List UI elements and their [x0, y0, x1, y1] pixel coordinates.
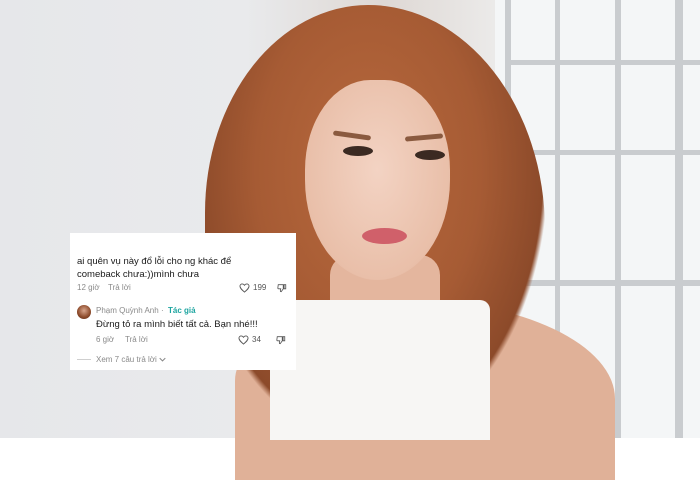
comment-reply-button[interactable]: Trả lời — [108, 283, 131, 292]
thumb-down-outline-icon[interactable] — [276, 335, 286, 345]
view-replies-button[interactable]: Xem 7 câu trả lời — [96, 355, 166, 364]
author-tag: Tác giả — [168, 306, 196, 315]
comment-card: ai quên vụ này đổ lỗi cho ng khác để com… — [70, 233, 296, 370]
reply-time: 6 giờ — [96, 335, 115, 344]
reply-like-count: 34 — [252, 335, 261, 344]
avatar[interactable] — [77, 305, 91, 319]
comment-like-count: 199 — [253, 283, 267, 292]
comment-text-line2: comeback chưa:))mình chưa — [77, 269, 200, 280]
thumb-down-outline-icon[interactable] — [277, 283, 287, 293]
reply-text: Đừng tỏ ra mình biết tất cả. Bạn nhé!!! — [96, 319, 258, 330]
view-replies-label: Xem 7 câu trả lời — [96, 355, 157, 364]
heart-outline-icon[interactable] — [239, 283, 250, 293]
reply-author[interactable]: Phạm Quỳnh Anh — [96, 306, 159, 315]
heart-outline-icon[interactable] — [238, 335, 249, 345]
comment-text-line1: ai quên vụ này đổ lỗi cho ng khác để — [77, 256, 232, 267]
reply-reply-button[interactable]: Trả lời — [125, 335, 148, 344]
comment-time: 12 giờ — [77, 283, 100, 292]
chevron-down-icon — [159, 358, 166, 363]
author-separator: · — [161, 306, 164, 315]
divider — [77, 359, 91, 360]
